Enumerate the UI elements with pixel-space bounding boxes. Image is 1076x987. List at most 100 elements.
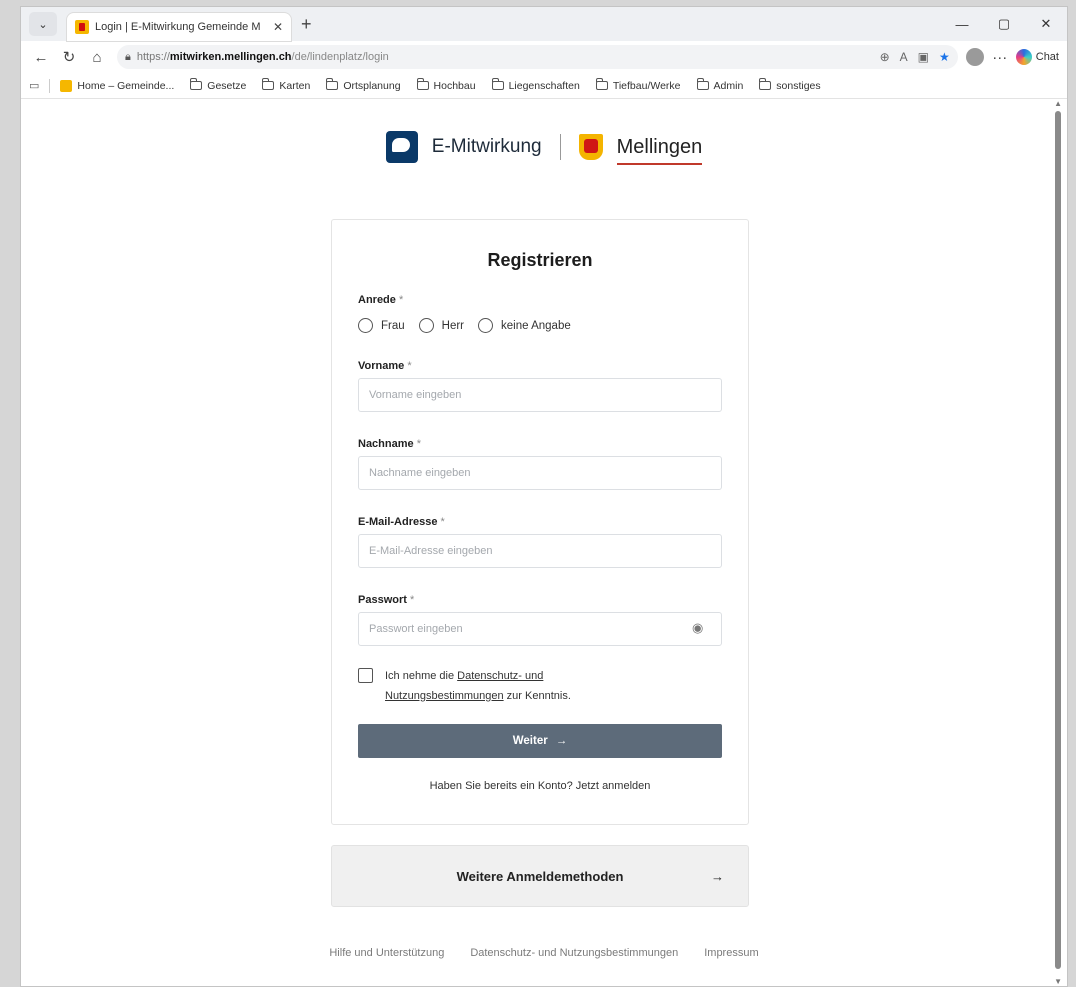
home-icon[interactable]: ⌂: [85, 45, 109, 69]
bookmark-label: Liegenschaften: [508, 79, 580, 92]
scroll-down-arrow-icon[interactable]: ▼: [1054, 977, 1062, 986]
url-text: https://mitwirken.mellingen.ch/de/linden…: [137, 51, 389, 63]
back-arrow-icon[interactable]: ←: [29, 45, 53, 69]
more-options-icon[interactable]: ···: [988, 45, 1012, 69]
municipality-name: Mellingen: [616, 135, 703, 165]
new-tab-button[interactable]: +: [301, 14, 312, 35]
bookmark-label: sonstiges: [776, 79, 821, 92]
page-content: ▲ ▼ E-Mitwirkung Mellingen Registrieren …: [21, 99, 1067, 986]
login-prompt-text: Haben Sie bereits ein Konto? Jetzt: [429, 780, 599, 792]
url-scheme: https://: [136, 51, 170, 63]
favorite-star-icon[interactable]: ★: [939, 50, 950, 64]
more-login-methods-button[interactable]: Weitere Anmeldemethoden →: [331, 845, 749, 907]
bookmark-folder-sonstiges[interactable]: sonstiges: [759, 78, 821, 92]
email-label: E-Mail-Adresse *: [358, 516, 445, 528]
reload-icon[interactable]: ↻: [57, 45, 81, 69]
bookmark-folder-gesetze[interactable]: Gesetze: [190, 78, 247, 92]
bookmark-label: Admin: [713, 79, 744, 92]
bookmark-label: Tiefbau/Werke: [612, 79, 681, 92]
app-available-icon[interactable]: ▣: [918, 50, 929, 64]
bookmark-folder-hochbau[interactable]: Hochbau: [416, 78, 476, 92]
close-window-icon[interactable]: ✕: [1025, 7, 1067, 41]
chat-label: Chat: [1035, 51, 1059, 63]
platform-name: E-Mitwirkung: [431, 136, 542, 157]
radio-label: Frau: [381, 319, 405, 332]
folder-icon: [190, 78, 203, 90]
tab-actions-menu[interactable]: ⌄: [29, 12, 57, 36]
window-controls: — ▢ ✕: [941, 7, 1067, 41]
bookmark-folder-liegenschaften[interactable]: Liegenschaften: [491, 78, 580, 92]
read-aloud-icon[interactable]: A: [900, 50, 908, 64]
radio-frau[interactable]: Frau: [358, 318, 405, 333]
folder-icon: [262, 78, 275, 90]
arrow-right-icon: →: [555, 735, 568, 747]
radio-keine-angabe[interactable]: keine Angabe: [478, 318, 571, 333]
browser-window: ⌄ Login | E-Mitwirkung Gemeinde M ✕ + — …: [20, 6, 1068, 987]
radio-circle-icon: [478, 318, 494, 333]
bookmarks-divider: [49, 78, 51, 93]
footer-help-link[interactable]: Hilfe und Unterstützung: [329, 947, 444, 959]
close-tab-icon[interactable]: ✕: [273, 20, 283, 34]
bookmark-home[interactable]: Home – Gemeinde...: [60, 79, 175, 92]
footer-privacy-link[interactable]: Datenschutz- und Nutzungsbestimmungen: [470, 947, 678, 959]
lastname-input[interactable]: [358, 456, 722, 490]
zoom-icon[interactable]: ⊕: [880, 50, 890, 64]
consent-checkbox[interactable]: [358, 668, 373, 683]
lastname-label: Nachname *: [358, 438, 421, 450]
firstname-input[interactable]: [358, 378, 722, 412]
bookmark-folder-tiefbau[interactable]: Tiefbau/Werke: [595, 78, 681, 92]
consent-row: Ich nehme die Datenschutz- und Nutzungsb…: [358, 666, 571, 706]
bookmark-label: Hochbau: [433, 79, 476, 92]
mellingen-favicon-icon: [60, 79, 73, 92]
bookmark-folder-admin[interactable]: Admin: [696, 78, 744, 92]
password-label-text: Passwort: [358, 594, 407, 606]
radio-circle-icon: [418, 318, 434, 333]
copilot-chat-button[interactable]: Chat: [1015, 49, 1059, 65]
mellingen-favicon-icon: [75, 20, 89, 34]
radio-herr[interactable]: Herr: [418, 318, 464, 333]
continue-button[interactable]: Weiter →: [358, 724, 722, 758]
bookmarks-bar: ▭ Home – Gemeinde... Gesetze Karten Orts…: [21, 73, 1067, 99]
radio-circle-icon: [358, 318, 373, 333]
privacy-terms-link-cont[interactable]: Nutzungsbestimmungen: [385, 690, 504, 702]
vertical-scrollbar[interactable]: [1055, 111, 1061, 969]
bookmark-folder-ortsplanung[interactable]: Ortsplanung: [326, 78, 401, 92]
email-input[interactable]: [358, 534, 722, 568]
more-login-methods-label: Weitere Anmeldemethoden: [456, 868, 624, 884]
minimize-icon[interactable]: —: [941, 7, 983, 41]
footer-links: Hilfe und Unterstützung Datenschutz- und…: [21, 947, 1067, 959]
profile-avatar[interactable]: [965, 48, 984, 66]
form-title: Registrieren: [487, 250, 593, 270]
e-mitwirkung-logo-icon: [385, 131, 418, 163]
bookmark-label: Home – Gemeinde...: [77, 79, 175, 92]
tab-actions-icon[interactable]: ▭: [29, 79, 39, 92]
required-marker: *: [409, 594, 415, 606]
privacy-terms-link[interactable]: Datenschutz- und: [457, 670, 543, 682]
folder-icon: [416, 78, 429, 90]
maximize-icon[interactable]: ▢: [983, 7, 1025, 41]
footer-imprint-link[interactable]: Impressum: [704, 947, 758, 959]
lastname-label-text: Nachname: [358, 438, 414, 450]
tab-strip: ⌄ Login | E-Mitwirkung Gemeinde M ✕ + — …: [21, 7, 1067, 41]
copilot-icon: [1015, 49, 1032, 65]
password-input[interactable]: [358, 612, 722, 646]
required-marker: *: [416, 438, 421, 450]
continue-label: Weiter: [512, 735, 548, 747]
navigation-bar: ← ↻ ⌂ 🔒︎ https://mitwirken.mellingen.ch/…: [21, 41, 1067, 73]
mellingen-crest-icon: [578, 134, 603, 160]
salutation-label: Anrede *: [358, 294, 403, 306]
bookmark-folder-karten[interactable]: Karten: [262, 78, 311, 92]
required-marker: *: [440, 516, 445, 528]
tab-login[interactable]: Login | E-Mitwirkung Gemeinde M ✕: [67, 13, 291, 41]
login-link[interactable]: anmelden: [602, 780, 650, 792]
registration-card: Registrieren Anrede * Frau Herr keine An…: [331, 219, 749, 825]
chevron-down-icon: ⌄: [38, 18, 48, 31]
show-password-eye-icon[interactable]: ◉: [692, 620, 703, 636]
scroll-up-arrow-icon[interactable]: ▲: [1054, 99, 1062, 108]
bookmark-label: Gesetze: [207, 79, 247, 92]
bookmark-label: Karten: [279, 79, 311, 92]
url-host: mitwirken.mellingen.ch: [169, 51, 292, 63]
salutation-radio-group: Frau Herr keine Angabe: [358, 318, 571, 333]
address-bar[interactable]: 🔒︎ https://mitwirken.mellingen.ch/de/lin…: [117, 45, 958, 69]
brand-divider: [559, 134, 561, 160]
